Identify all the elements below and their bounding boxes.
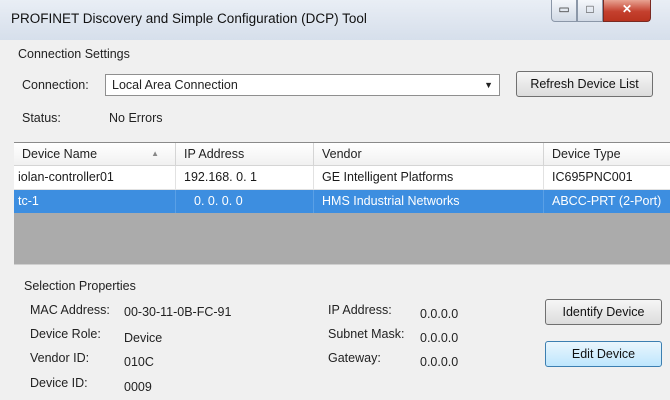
status-value: No Errors xyxy=(109,111,163,125)
cell-vendor: HMS Industrial Networks xyxy=(314,190,544,213)
connection-label: Connection: xyxy=(22,78,89,92)
cell-device-type: IC695PNC001 xyxy=(552,170,633,184)
minimize-button[interactable]: ▭ xyxy=(551,0,577,22)
device-role-value: Device xyxy=(124,331,163,345)
edit-device-button[interactable]: Edit Device xyxy=(545,341,662,367)
vendor-id-value: 010C xyxy=(124,355,154,369)
cell-ip-address: 192.168. 0. 1 xyxy=(176,166,314,189)
refresh-device-list-button[interactable]: Refresh Device List xyxy=(516,71,653,97)
cell-ip-address: 0. 0. 0. 0 xyxy=(176,190,314,213)
cell-device-type: ABCC-PRT (2-Port) xyxy=(552,194,662,208)
identify-device-button[interactable]: Identify Device xyxy=(545,299,662,325)
table-row-selected[interactable]: tc-1 0. 0. 0. 0 HMS Industrial Networks … xyxy=(14,190,670,213)
divider xyxy=(14,264,670,265)
cell-device-name: tc-1 xyxy=(14,190,176,213)
mac-address-label: MAC Address: xyxy=(30,303,110,317)
chevron-down-icon: ▼ xyxy=(484,80,493,90)
column-header-vendor[interactable]: Vendor xyxy=(314,143,544,165)
column-header-device-name[interactable]: Device Name ▲ xyxy=(14,143,176,165)
sort-ascending-icon: ▲ xyxy=(151,149,159,158)
ip-address-label: IP Address: xyxy=(328,303,392,317)
device-role-label: Device Role: xyxy=(30,327,101,341)
cell-device-name: iolan-controller01 xyxy=(14,166,176,189)
table-row[interactable]: iolan-controller01 192.168. 0. 1 GE Inte… xyxy=(14,166,670,190)
gateway-label: Gateway: xyxy=(328,351,381,365)
device-list-header: Device Name ▲ IP Address Vendor Device T… xyxy=(14,143,670,166)
maximize-icon: □ xyxy=(586,2,594,16)
ip-address-value: 0.0.0.0 xyxy=(420,307,459,321)
selection-properties-heading: Selection Properties xyxy=(24,279,136,293)
device-list[interactable]: Device Name ▲ IP Address Vendor Device T… xyxy=(14,142,670,265)
subnet-mask-value: 0.0.0.0 xyxy=(420,331,459,345)
window-title: PROFINET Discovery and Simple Configurat… xyxy=(11,11,367,26)
device-id-label: Device ID: xyxy=(30,376,88,390)
cell-vendor: GE Intelligent Platforms xyxy=(314,166,544,189)
minimize-icon: ▭ xyxy=(558,2,570,16)
gateway-value: 0.0.0.0 xyxy=(420,355,459,369)
status-label: Status: xyxy=(22,111,61,125)
close-icon: ✕ xyxy=(621,2,633,16)
vendor-id-label: Vendor ID: xyxy=(30,351,90,365)
close-button[interactable]: ✕ xyxy=(603,0,651,22)
subnet-mask-label: Subnet Mask: xyxy=(328,327,405,341)
mac-address-value: 00-30-11-0B-FC-91 xyxy=(124,305,232,319)
connection-settings-heading: Connection Settings xyxy=(18,47,130,61)
connection-select-value: Local Area Connection xyxy=(112,78,238,92)
column-header-device-type[interactable]: Device Type xyxy=(544,143,670,165)
device-id-value: 0009 xyxy=(124,380,152,394)
title-bar: PROFINET Discovery and Simple Configurat… xyxy=(0,0,670,40)
column-header-ip-address[interactable]: IP Address xyxy=(176,143,314,165)
connection-select[interactable]: Local Area Connection ▼ xyxy=(105,74,500,96)
maximize-button[interactable]: □ xyxy=(577,0,603,22)
